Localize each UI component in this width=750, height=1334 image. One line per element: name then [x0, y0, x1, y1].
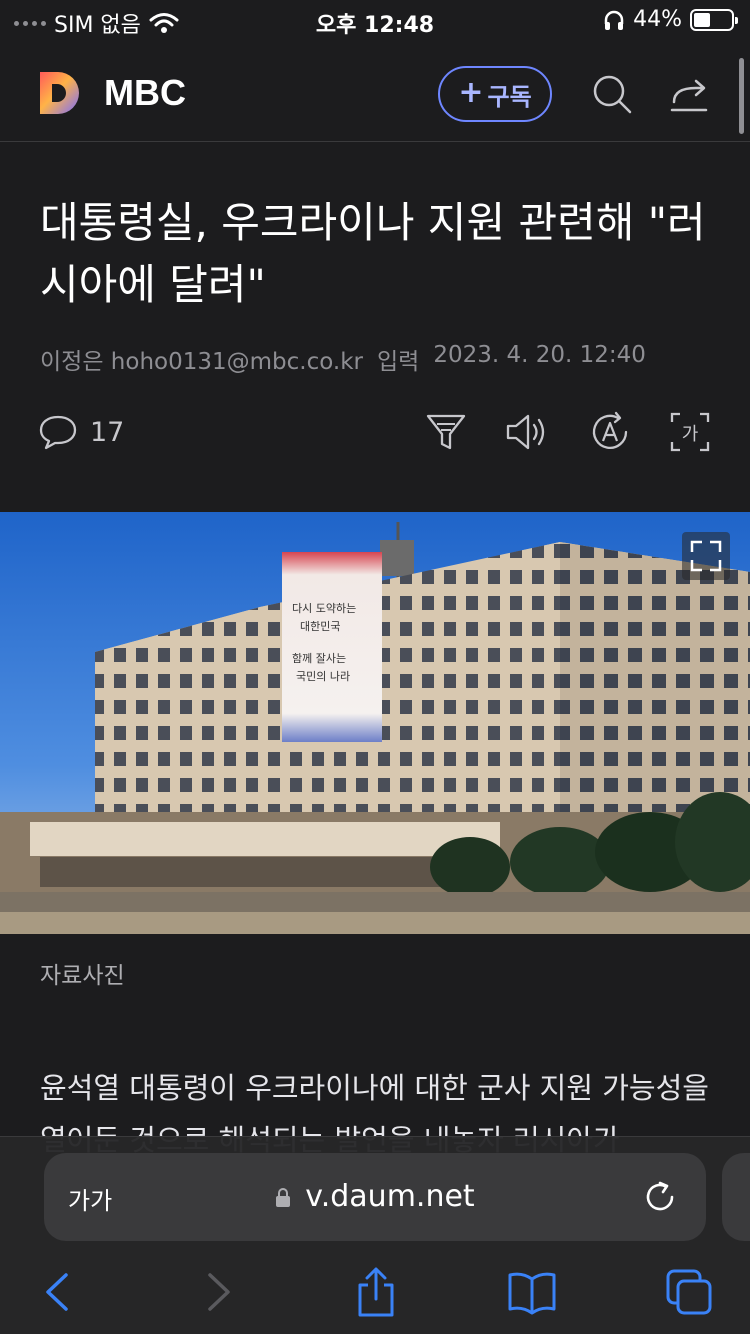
subscribe-label: 구독: [487, 82, 532, 111]
font-size-glyph: 가: [682, 424, 699, 445]
share-icon[interactable]: [668, 72, 712, 116]
photo-caption: 자료사진: [40, 963, 125, 989]
article-title: 대통령실, 우크라이나 지원 관련해 "러시아에 달려": [40, 198, 706, 309]
article-header: MBC + 구독: [0, 44, 750, 142]
bookmarks-icon[interactable]: [506, 1267, 558, 1317]
banner-text-3: 함께 잘사는: [292, 652, 346, 665]
url-text: v.daum.net: [305, 1179, 475, 1214]
next-tab-preview[interactable]: [722, 1153, 750, 1241]
forward-icon[interactable]: [190, 1267, 242, 1317]
daum-logo[interactable]: [38, 70, 84, 116]
lock-icon: [276, 1188, 291, 1207]
comment-button[interactable]: 17: [38, 412, 124, 452]
headphones-icon: [604, 10, 624, 30]
presidential-office-building-image: 다시 도약하는 대한민국 함께 잘사는 국민의 나라: [0, 512, 750, 934]
status-bar: SIM 없음 오후 12:48 44%: [0, 0, 750, 44]
input-label: 입력: [376, 349, 420, 375]
expand-image-icon[interactable]: [682, 532, 730, 580]
author[interactable]: 이정은 hoho0131@mbc.co.kr: [40, 342, 363, 376]
address-bar[interactable]: 가가 v.daum.net: [44, 1153, 706, 1241]
tabs-icon[interactable]: [664, 1267, 716, 1317]
battery-percent: 44%: [633, 7, 682, 32]
article-meta: 이정은 hoho0131@mbc.co.kr 입력 2023. 4. 20. 1…: [40, 342, 646, 376]
back-icon[interactable]: [34, 1267, 86, 1317]
scrollbar[interactable]: [739, 58, 744, 134]
banner-text-4: 국민의 나라: [296, 670, 350, 683]
banner-text-2: 대한민국: [300, 620, 340, 633]
comment-count: 17: [90, 416, 125, 448]
article-photo[interactable]: 다시 도약하는 대한민국 함께 잘사는 국민의 나라: [0, 512, 750, 934]
press-brand[interactable]: MBC: [104, 72, 186, 114]
translate-icon[interactable]: [588, 410, 632, 454]
publish-datetime: 2023. 4. 20. 12:40: [433, 342, 646, 368]
battery-status: 44%: [603, 7, 738, 32]
summary-filter-icon[interactable]: [424, 410, 468, 454]
subscribe-button[interactable]: + 구독: [438, 66, 552, 122]
comment-icon: [39, 415, 77, 450]
battery-icon: [690, 8, 738, 31]
plus-icon: +: [458, 75, 484, 110]
font-size-icon[interactable]: 가: [668, 410, 712, 454]
banner-text-1: 다시 도약하는: [292, 601, 356, 615]
reload-icon[interactable]: [640, 1177, 680, 1217]
url-display[interactable]: v.daum.net: [44, 1179, 706, 1214]
share-icon[interactable]: [350, 1267, 402, 1317]
speaker-icon[interactable]: [504, 410, 548, 454]
article-toolbar: 17 가: [0, 404, 750, 464]
browser-bottom-bar: 가가 v.daum.net: [0, 1136, 750, 1334]
search-icon[interactable]: [590, 72, 634, 116]
